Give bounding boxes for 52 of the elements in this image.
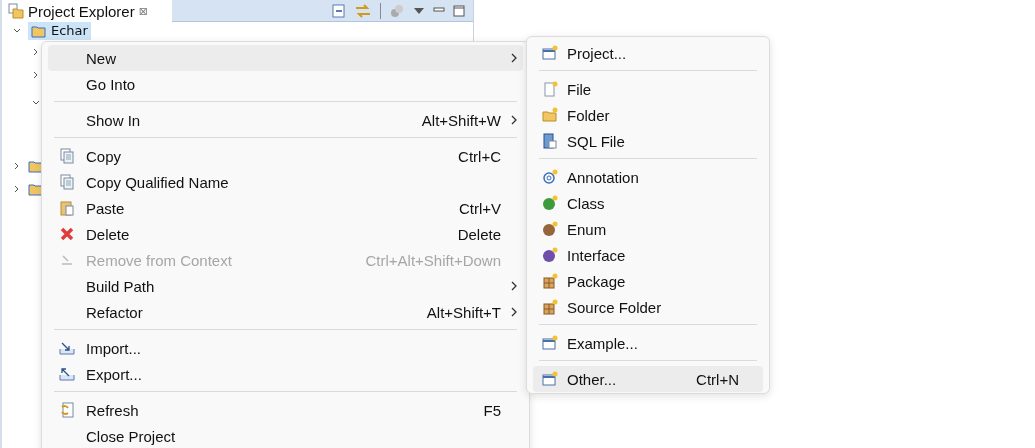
new-window-icon (542, 335, 558, 351)
copy-icon (59, 148, 75, 164)
circle-icon (542, 195, 558, 211)
menu-item[interactable]: Import... (48, 335, 523, 361)
menu-item[interactable]: Source Folder (533, 294, 763, 320)
menu-item[interactable]: Interface (533, 242, 763, 268)
menu-item[interactable]: Export... (48, 361, 523, 387)
database-file-icon (542, 133, 558, 149)
import-icon (59, 340, 75, 356)
menu-item[interactable]: Delete Delete (48, 221, 523, 247)
circle-icon (542, 221, 558, 237)
package-icon (542, 273, 558, 289)
close-button[interactable]: ⊠ (138, 4, 148, 18)
collapse-all-icon[interactable] (332, 3, 346, 18)
source-folder-icon (542, 299, 558, 315)
menu-item[interactable]: Go Into (48, 71, 523, 97)
menu-item[interactable]: Refactor Alt+Shift+T (48, 299, 523, 325)
menu-item[interactable]: Example... (533, 330, 763, 356)
menu-item[interactable]: Build Path (48, 273, 523, 299)
tree-item[interactable]: Echar (28, 22, 91, 40)
copy-icon (59, 174, 75, 190)
new-folder-icon (542, 107, 558, 123)
maximize-icon[interactable] (453, 4, 465, 17)
menu-item[interactable]: Other... Ctrl+N (533, 366, 763, 392)
menu-item[interactable]: Copy Qualified Name (48, 169, 523, 195)
at-sign-icon (542, 169, 558, 185)
refresh-icon (59, 402, 75, 418)
remove-icon (59, 252, 75, 268)
menu-item[interactable]: Annotation (533, 164, 763, 190)
new-window-icon (542, 45, 558, 61)
clipboard-icon (59, 200, 75, 216)
menu-item[interactable]: Folder (533, 102, 763, 128)
menu-item[interactable]: Close Project (48, 423, 523, 448)
menu-item[interactable]: File (533, 76, 763, 102)
menu-item[interactable]: Class (533, 190, 763, 216)
menu-item[interactable]: Show In Alt+Shift+W (48, 107, 523, 133)
menu-item[interactable]: SQL File (533, 128, 763, 154)
menu-item[interactable]: Paste Ctrl+V (48, 195, 523, 221)
circle-icon (542, 247, 558, 263)
menu-item[interactable]: Refresh F5 (48, 397, 523, 423)
menu-item[interactable]: New (48, 45, 523, 71)
menu-item[interactable]: Package (533, 268, 763, 294)
menu-item[interactable]: Project... (533, 40, 763, 66)
delete-icon (59, 226, 75, 242)
view-menu-icon[interactable] (413, 5, 425, 16)
menu-item[interactable]: Enum (533, 216, 763, 242)
folders-icon (8, 3, 24, 19)
new-file-icon (542, 81, 558, 97)
menu-item[interactable]: Copy Ctrl+C (48, 143, 523, 169)
export-icon (59, 366, 75, 382)
view-title[interactable]: Project Explorer (28, 2, 135, 20)
new-window-icon (542, 371, 558, 387)
